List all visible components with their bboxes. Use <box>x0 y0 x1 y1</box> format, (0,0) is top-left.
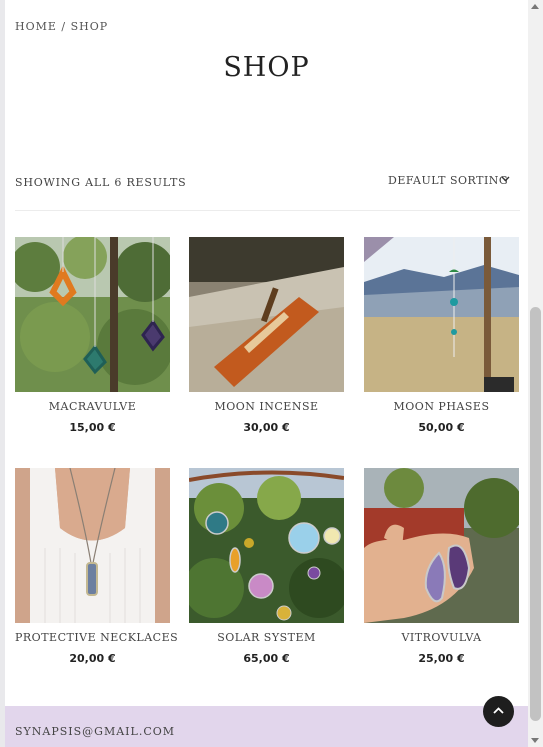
product-name[interactable]: MACRAVULVE <box>15 400 170 413</box>
product-name[interactable]: MOON INCENSE <box>189 400 344 413</box>
scrollbar-thumb[interactable] <box>530 307 541 721</box>
breadcrumb-current: SHOP <box>70 20 109 33</box>
page: HOME / SHOP SHOP SHOWING ALL 6 RESULTS D… <box>5 0 528 747</box>
product-price: 50,00 € <box>418 421 465 434</box>
footer: SYNAPSIS@GMAIL.COM <box>5 706 528 747</box>
sorting-select[interactable]: DEFAULT SORTING <box>388 174 510 190</box>
product-card: MOON PHASES 50,00 € <box>364 237 519 434</box>
scroll-up-arrow[interactable] <box>531 4 539 9</box>
product-price: 25,00 € <box>418 652 465 665</box>
scroll-to-top-button[interactable] <box>483 696 514 727</box>
product-image-solar-system[interactable] <box>189 468 344 623</box>
footer-email-link[interactable]: SYNAPSIS@GMAIL.COM <box>15 725 175 738</box>
product-price: 15,00 € <box>69 421 116 434</box>
breadcrumb: HOME / SHOP <box>15 20 108 33</box>
product-card: PROTECTIVE NECKLACES 20,00 € <box>15 468 178 665</box>
product-card: VITROVULVA 25,00 € <box>364 468 519 665</box>
product-card: MACRAVULVE 15,00 € <box>15 237 170 434</box>
product-card: MOON INCENSE 30,00 € <box>189 237 344 434</box>
chevron-down-icon <box>501 173 510 188</box>
product-name[interactable]: MOON PHASES <box>364 400 519 413</box>
product-name[interactable]: VITROVULVA <box>364 631 519 644</box>
product-name[interactable]: PROTECTIVE NECKLACES <box>15 631 178 644</box>
breadcrumb-home-link[interactable]: HOME <box>15 20 57 33</box>
product-image-macravulve[interactable] <box>15 237 170 392</box>
product-price: 20,00 € <box>69 652 116 665</box>
product-price: 30,00 € <box>243 421 290 434</box>
product-price: 65,00 € <box>243 652 290 665</box>
page-title: SHOP <box>223 52 310 83</box>
divider <box>15 210 520 211</box>
result-count: SHOWING ALL 6 RESULTS <box>15 176 187 189</box>
product-image-moon-incense[interactable] <box>189 237 344 392</box>
product-image-protective-necklaces[interactable] <box>15 468 170 623</box>
product-image-moon-phases[interactable] <box>364 237 519 392</box>
product-image-vitrovulva[interactable] <box>364 468 519 623</box>
sorting-selected-label: DEFAULT SORTING <box>388 174 509 187</box>
breadcrumb-separator: / <box>56 20 71 33</box>
scrollbar[interactable] <box>528 0 543 747</box>
product-name[interactable]: SOLAR SYSTEM <box>189 631 344 644</box>
product-card: SOLAR SYSTEM 65,00 € <box>189 468 344 665</box>
scroll-down-arrow[interactable] <box>531 738 539 743</box>
